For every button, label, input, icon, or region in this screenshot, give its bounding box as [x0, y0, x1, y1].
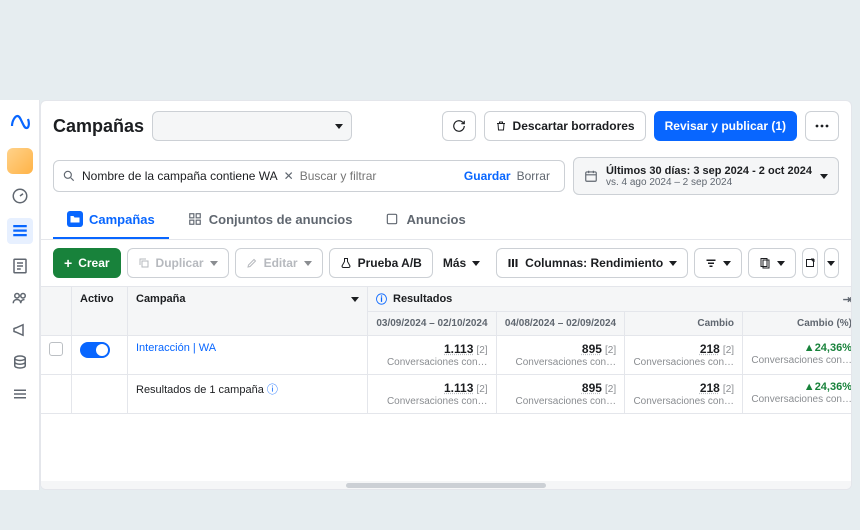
create-label: Crear	[78, 256, 109, 270]
columns-label: Columnas: Rendimiento	[525, 256, 663, 270]
abtest-label: Prueba A/B	[358, 256, 422, 270]
ad-icon	[384, 211, 400, 227]
left-sidebar	[0, 100, 40, 490]
info-icon[interactable]: ⓘ	[267, 384, 278, 396]
more-actions-button[interactable]: Más	[439, 248, 484, 278]
duplicate-button[interactable]: Duplicar	[127, 248, 229, 278]
col-campaign-header[interactable]: Campaña	[128, 287, 368, 336]
tab-ads[interactable]: Anuncios	[370, 201, 479, 239]
discard-drafts-label: Descartar borradores	[513, 119, 635, 133]
campaigns-nav-icon[interactable]	[7, 218, 33, 244]
search-icon	[62, 169, 76, 183]
collapse-icon[interactable]: ⇥	[843, 293, 851, 306]
active-toggle[interactable]	[80, 342, 110, 358]
results-table: Activo Campaña ⓘ Resultados ⇥ 03	[41, 286, 851, 481]
up-arrow-icon: ▲	[804, 381, 815, 393]
filter-bar: Nombre de la campaña contiene WA ✕ Guard…	[41, 151, 851, 201]
grid-icon	[187, 211, 203, 227]
filter-chip-label: Nombre de la campaña contiene WA	[82, 169, 278, 183]
tab-adsets[interactable]: Conjuntos de anuncios	[173, 201, 367, 239]
col-change-header[interactable]: Cambio	[625, 312, 743, 336]
chevron-down-icon	[723, 261, 731, 266]
chevron-down-icon	[472, 261, 480, 266]
export-button[interactable]	[802, 248, 817, 278]
up-arrow-icon: ▲	[804, 342, 815, 354]
discard-drafts-button[interactable]: Descartar borradores	[484, 111, 646, 141]
charts-toggle-button[interactable]	[824, 248, 839, 278]
tab-ads-label: Anuncios	[406, 212, 465, 227]
edit-button[interactable]: Editar	[235, 248, 323, 278]
metric-pct: 24,36%	[815, 342, 851, 354]
metric-value: 218	[700, 342, 720, 356]
chevron-down-icon	[827, 261, 835, 266]
refresh-button[interactable]	[442, 111, 476, 141]
search-input[interactable]	[300, 169, 458, 183]
megaphone-icon[interactable]	[10, 320, 30, 340]
create-button[interactable]: +Crear	[53, 248, 121, 278]
chevron-down-icon	[777, 261, 785, 266]
action-toolbar: +Crear Duplicar Editar Prueba A/B Más Co…	[41, 240, 851, 286]
page-title: Campañas	[53, 116, 144, 137]
date-range-compare: vs. 4 ago 2024 – 2 sep 2024	[606, 177, 812, 188]
summary-label: Resultados de 1 campaña	[136, 384, 264, 396]
audiences-icon[interactable]	[10, 288, 30, 308]
metric-value: 895	[582, 342, 602, 356]
chevron-down-icon	[304, 261, 312, 266]
filter-chip-remove[interactable]: ✕	[284, 169, 294, 183]
meta-logo-icon	[6, 108, 34, 136]
top-bar: Campañas Descartar borradores Revisar y …	[41, 101, 851, 151]
account-selector[interactable]	[152, 111, 352, 141]
col-active-header[interactable]: Activo	[72, 287, 128, 336]
review-publish-label: Revisar y publicar (1)	[665, 119, 786, 133]
chevron-down-icon	[210, 261, 218, 266]
horizontal-scrollbar[interactable]	[41, 481, 851, 489]
summary-row: Resultados de 1 campaña ⓘ 1.113 [2]Conve…	[41, 375, 851, 414]
billing-icon[interactable]	[10, 352, 30, 372]
folder-icon	[67, 211, 83, 227]
breakdown-button[interactable]	[694, 248, 742, 278]
table-row[interactable]: Interacción | WA 1.113 [2]Conversaciones…	[41, 336, 851, 375]
chevron-down-icon	[351, 297, 359, 302]
abtest-button[interactable]: Prueba A/B	[329, 248, 433, 278]
all-tools-icon[interactable]	[10, 384, 30, 404]
metric-value: 1.113	[444, 342, 473, 356]
col-change-pct-header[interactable]: Cambio (%)	[743, 312, 851, 336]
tab-campaigns-label: Campañas	[89, 212, 155, 227]
ads-reporting-icon[interactable]	[10, 256, 30, 276]
search-filter-input-wrap[interactable]: Nombre de la campaña contiene WA ✕ Guard…	[53, 160, 565, 192]
filter-chip: Nombre de la campaña contiene WA ✕	[82, 169, 294, 183]
col-range1-header[interactable]: 03/09/2024 – 02/10/2024	[368, 312, 497, 336]
info-icon: ⓘ	[376, 291, 387, 307]
tab-campaigns[interactable]: Campañas	[53, 201, 169, 239]
date-range-primary: Últimos 30 días: 3 sep 2024 - 2 oct 2024	[606, 165, 812, 177]
overview-icon[interactable]	[10, 186, 30, 206]
calendar-icon	[584, 169, 598, 183]
more-label: Más	[443, 256, 466, 270]
chevron-down-icon	[820, 174, 828, 179]
review-publish-button[interactable]: Revisar y publicar (1)	[654, 111, 797, 141]
clear-filter-link[interactable]: Borrar	[517, 169, 550, 183]
more-menu-button[interactable]	[805, 111, 839, 141]
save-filter-link[interactable]: Guardar	[464, 169, 511, 183]
main-panel: Campañas Descartar borradores Revisar y …	[40, 100, 852, 490]
results-group-label: Resultados	[393, 293, 452, 305]
chevron-down-icon	[669, 261, 677, 266]
duplicate-label: Duplicar	[156, 256, 204, 270]
account-avatar[interactable]	[7, 148, 33, 174]
edit-label: Editar	[264, 256, 298, 270]
row-checkbox[interactable]	[49, 342, 63, 356]
level-tabs: Campañas Conjuntos de anuncios Anuncios	[41, 201, 851, 240]
col-range2-header[interactable]: 04/08/2024 – 02/09/2024	[496, 312, 625, 336]
campaign-name-link[interactable]: Interacción | WA	[136, 342, 216, 354]
tab-adsets-label: Conjuntos de anuncios	[209, 212, 353, 227]
date-range-selector[interactable]: Últimos 30 días: 3 sep 2024 - 2 oct 2024…	[573, 157, 839, 195]
columns-selector[interactable]: Columnas: Rendimiento	[496, 248, 688, 278]
results-group-header: ⓘ Resultados ⇥	[368, 287, 851, 311]
reports-button[interactable]	[748, 248, 796, 278]
chevron-down-icon	[335, 124, 343, 129]
